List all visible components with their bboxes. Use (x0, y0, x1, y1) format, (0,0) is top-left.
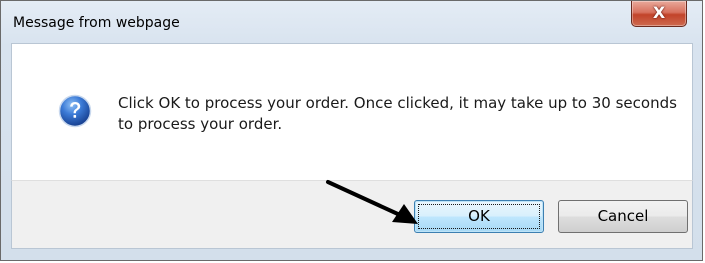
ok-button[interactable]: OK (414, 200, 544, 233)
annotation-arrow (326, 180, 418, 224)
cancel-button-label: Cancel (597, 207, 649, 225)
dialog-title: Message from webpage (13, 15, 180, 31)
title-bar[interactable]: Message from webpage X (1, 1, 702, 43)
close-icon: X (652, 3, 666, 22)
question-icon (58, 94, 92, 128)
focus-ring (418, 204, 540, 229)
cancel-button[interactable]: Cancel (558, 200, 688, 233)
close-button[interactable]: X (631, 1, 687, 27)
message-text: Click OK to process your order. Once cli… (118, 94, 677, 133)
message-area: Click OK to process your order. Once cli… (11, 43, 693, 180)
